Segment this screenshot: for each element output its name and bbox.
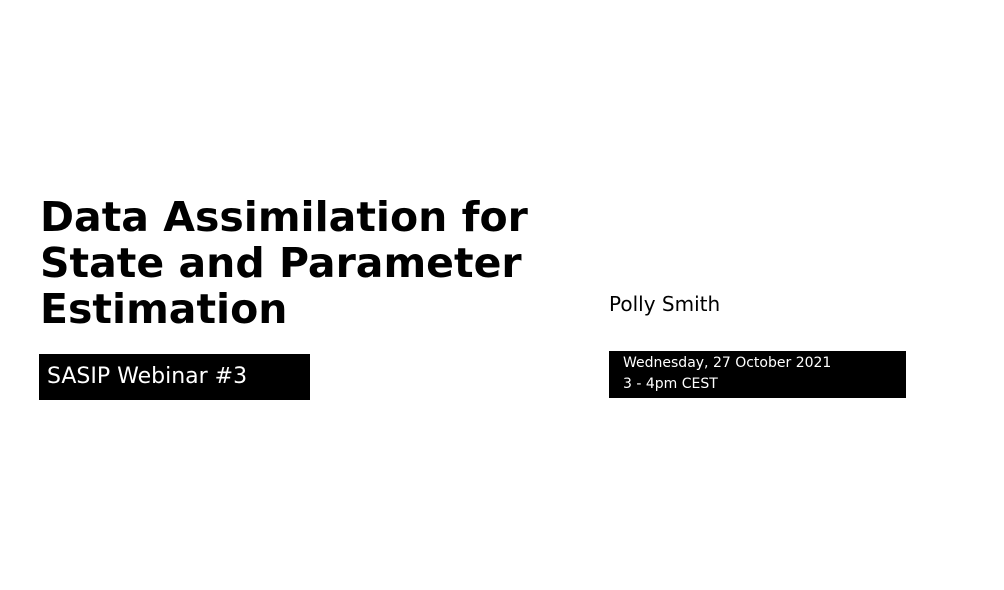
schedule-box: Wednesday, 27 October 2021 3 - 4pm CEST — [609, 351, 906, 398]
event-badge-label: SASIP Webinar #3 — [47, 364, 248, 389]
webinar-title-line-3: Estimation — [40, 285, 288, 333]
schedule-time: 3 - 4pm CEST — [623, 376, 718, 392]
webinar-title: Data Assimilation for State and Paramete… — [40, 194, 600, 332]
webinar-title-line-1: Data Assimilation for — [40, 193, 528, 241]
speaker-name: Polly Smith — [609, 292, 721, 316]
schedule-date: Wednesday, 27 October 2021 — [623, 355, 832, 371]
event-badge: SASIP Webinar #3 — [39, 354, 310, 400]
webinar-title-line-2: State and Parameter — [40, 239, 522, 287]
